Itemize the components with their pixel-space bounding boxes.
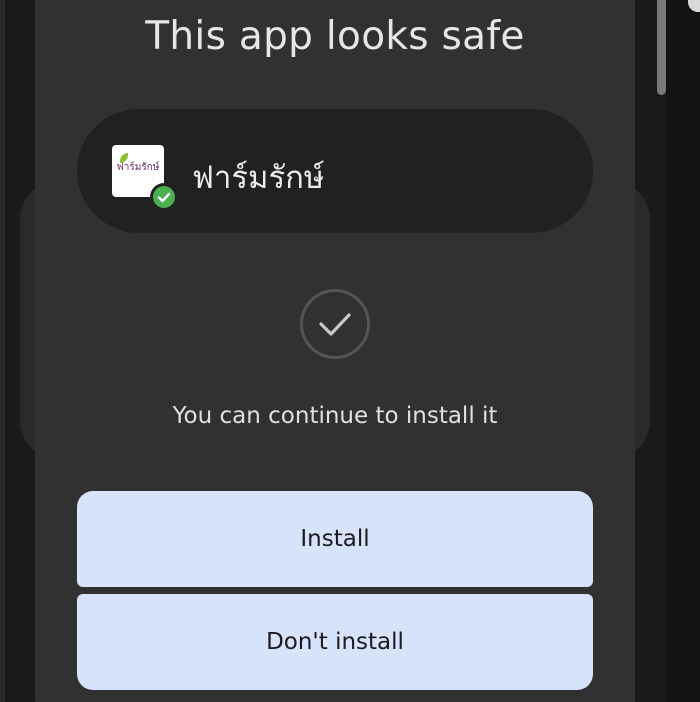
dialog-title: This app looks safe <box>145 14 525 59</box>
verified-badge <box>150 183 178 211</box>
check-badge-icon <box>153 186 175 208</box>
background-edge <box>0 0 5 702</box>
install-button-label: Install <box>300 526 370 552</box>
dont-install-button-label: Don't install <box>266 629 404 655</box>
scrollbar-thumb[interactable] <box>657 0 666 95</box>
dont-install-button[interactable]: Don't install <box>77 594 593 690</box>
status-message: You can continue to install it <box>172 403 498 429</box>
check-circle-icon <box>300 289 370 359</box>
app-icon-label: ฟาร์มรักษ์ <box>116 162 160 173</box>
screen: This app looks safe ฟาร์มรักษ์ ฟาร์มรักษ… <box>0 0 700 702</box>
install-button[interactable]: Install <box>77 491 593 587</box>
side-rail <box>666 0 700 702</box>
app-name: ฟาร์มรักษ์ <box>192 160 325 196</box>
